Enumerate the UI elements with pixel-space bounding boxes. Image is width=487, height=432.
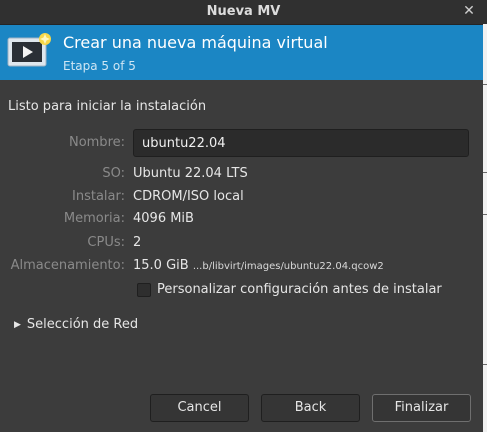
network-selection-expander[interactable]: ▶ Selección de Red (14, 317, 138, 332)
background-window-edge (483, 24, 487, 432)
name-label: Nombre: (68, 135, 125, 150)
os-label: SO: (102, 166, 125, 181)
title-bar: Nueva MV ✕ (0, 0, 487, 25)
memory-label: Memoria: (63, 211, 125, 226)
customize-checkbox-row[interactable]: Personalizar configuración antes de inst… (137, 282, 442, 297)
cancel-button[interactable]: Cancel (150, 394, 249, 422)
wizard-heading: Crear una nueva máquina virtual (63, 33, 328, 52)
storage-value: 15.0 GiB ...b/libvirt/images/ubuntu22.04… (133, 258, 384, 273)
wizard-step: Etapa 5 of 5 (63, 59, 136, 73)
storage-size: 15.0 GiB (133, 258, 189, 273)
cpus-value: 2 (133, 235, 142, 250)
window-title: Nueva MV (206, 4, 281, 19)
storage-label: Almacenamiento: (10, 258, 125, 273)
install-label: Instalar: (72, 189, 125, 204)
memory-value: 4096 MiB (133, 211, 194, 226)
finish-button[interactable]: Finalizar (372, 394, 471, 422)
section-title: Listo para iniciar la instalación (8, 99, 207, 114)
expand-triangle-icon: ▶ (14, 320, 21, 330)
new-vm-icon (7, 33, 51, 67)
storage-path: ...b/libvirt/images/ubuntu22.04.qcow2 (192, 261, 384, 272)
back-button[interactable]: Back (261, 394, 360, 422)
customize-checkbox[interactable] (137, 282, 151, 297)
cpus-label: CPUs: (87, 235, 125, 250)
os-value: Ubuntu 22.04 LTS (133, 166, 248, 181)
customize-checkbox-label: Personalizar configuración antes de inst… (157, 282, 442, 297)
close-icon[interactable]: ✕ (461, 3, 477, 19)
name-input[interactable] (133, 129, 469, 157)
install-value: CDROM/ISO local (133, 189, 244, 204)
header-banner: Crear una nueva máquina virtual Etapa 5 … (0, 25, 483, 80)
network-selection-label: Selección de Red (26, 317, 139, 332)
